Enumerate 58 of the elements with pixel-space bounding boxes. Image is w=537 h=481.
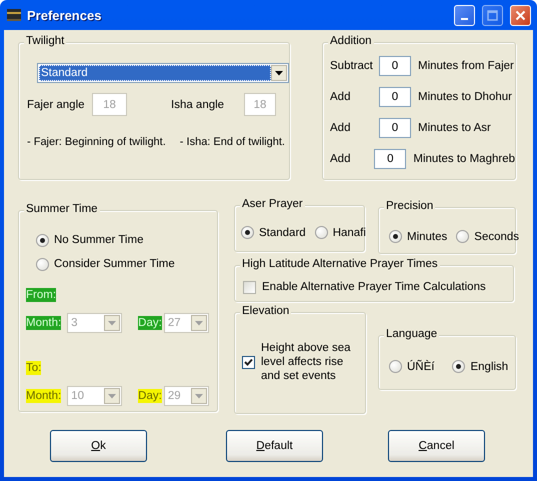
radio-label: Minutes <box>407 230 448 242</box>
radio-label: Standard <box>259 226 306 238</box>
radio-button[interactable] <box>389 230 402 243</box>
group-title: Aser Prayer <box>240 197 305 212</box>
field-label: Add <box>330 122 352 134</box>
text-field[interactable]: 0 <box>379 87 411 107</box>
period-title: To: <box>26 361 42 375</box>
window-title: Preferences <box>27 8 102 22</box>
radio-button[interactable] <box>452 360 466 373</box>
field-label: Isha angle <box>171 98 226 110</box>
radio-label: ÚÑÈí <box>407 360 434 372</box>
group-title: High Latitude Alternative Prayer Times <box>240 257 440 272</box>
maximize-button[interactable] <box>482 4 503 26</box>
dialog-button[interactable]: Cancel <box>388 430 485 462</box>
text-field[interactable]: 0 <box>379 56 411 76</box>
note-text: - Fajer: Beginning of twilight. <box>27 136 166 148</box>
radio-button[interactable] <box>456 230 470 243</box>
field-label: Month: <box>26 389 62 403</box>
checkbox-label: Height above sea level affects rise and set events <box>261 341 352 383</box>
checkbox[interactable] <box>243 280 256 294</box>
field-label: Add <box>330 91 352 103</box>
text-field[interactable]: 0 <box>374 149 406 169</box>
minimize-icon <box>461 18 468 20</box>
radio-label: Consider Summer Time <box>54 258 175 270</box>
close-icon <box>515 10 526 20</box>
field-label: Day: <box>138 316 162 330</box>
text-field[interactable]: 0 <box>379 118 411 138</box>
checkbox[interactable] <box>242 356 255 368</box>
radio-button[interactable] <box>36 234 49 246</box>
period-title: From: <box>26 288 56 302</box>
radio-label: English <box>470 360 508 372</box>
group-title: Language <box>384 327 440 342</box>
radio-button[interactable] <box>36 258 49 270</box>
field-label: Month: <box>26 316 62 330</box>
maximize-icon <box>487 10 498 20</box>
radio-label: Hanafi <box>332 226 366 238</box>
field-label: Minutes from Fajer <box>418 60 514 72</box>
radio-button[interactable] <box>389 360 402 373</box>
radio-label: No Summer Time <box>54 234 144 246</box>
radio-button[interactable] <box>241 226 254 239</box>
kaaba-icon <box>6 7 22 23</box>
field-label: Subtract <box>330 60 374 72</box>
dropdown[interactable]: Standard <box>37 63 289 83</box>
dialog-button[interactable]: Default <box>226 430 323 462</box>
note-text: - Isha: End of twilight. <box>180 136 285 148</box>
close-button[interactable] <box>510 4 531 26</box>
field-label: Add <box>330 153 352 165</box>
field-label: Day: <box>138 389 162 403</box>
field-label: Fajer angle <box>27 98 86 110</box>
checkbox-label: Enable Alternative Prayer Time Calculations <box>262 280 486 294</box>
radio-label: Seconds <box>474 230 520 242</box>
field-label: Minutes to Asr <box>418 122 491 134</box>
group-title: Twilight <box>24 34 66 49</box>
field-label: Minutes to Maghreb <box>413 153 515 165</box>
radio-button[interactable] <box>314 226 328 239</box>
dialog-button[interactable]: Ok <box>50 430 147 462</box>
field-label: Minutes to Dhohur <box>418 91 512 103</box>
minimize-button[interactable] <box>454 4 475 26</box>
